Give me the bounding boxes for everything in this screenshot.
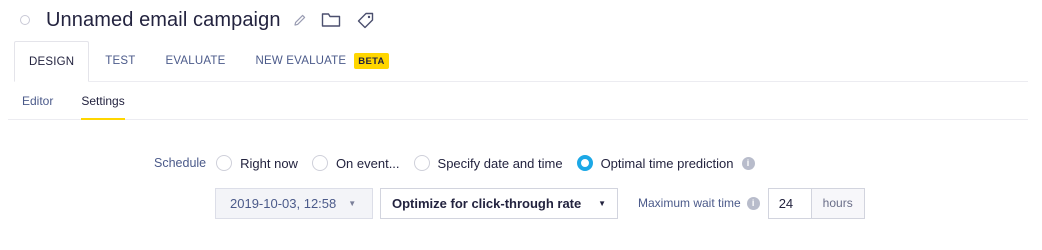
info-icon[interactable]: i xyxy=(746,196,760,210)
max-wait-unit: hours xyxy=(811,187,865,219)
campaign-header: Unnamed email campaign xyxy=(20,6,374,34)
subtab-label: Editor xyxy=(22,93,54,108)
radio-button[interactable] xyxy=(413,155,430,171)
optimization-value: Optimize for click-through rate xyxy=(392,195,582,211)
radio-label: Right now xyxy=(240,155,298,171)
radio-button[interactable] xyxy=(311,155,328,171)
tab-new-evaluate[interactable]: NEW EVALUATE BETA xyxy=(241,41,402,81)
radio-label: On event... xyxy=(335,155,400,171)
schedule-option-optimal-time[interactable]: Optimal time prediction xyxy=(576,155,734,171)
max-wait-label: Maximum wait time xyxy=(638,196,741,210)
tab-design[interactable]: DESIGN xyxy=(14,41,90,82)
caret-down-icon: ▼ xyxy=(348,198,357,208)
schedule-row: Schedule Right now On event... Specify d… xyxy=(154,153,755,173)
sub-tabs: Editor Settings xyxy=(8,82,1028,120)
radio-label: Optimal time prediction xyxy=(600,155,734,171)
tag-icon[interactable] xyxy=(357,12,374,29)
schedule-option-specify-date[interactable]: Specify date and time xyxy=(413,155,563,171)
folder-icon[interactable] xyxy=(321,12,341,28)
prediction-options: 2019-10-03, 12:58 ▼ Optimize for click-t… xyxy=(215,187,865,219)
date-time-value: 2019-10-03, 12:58 xyxy=(230,195,337,211)
info-icon[interactable]: i xyxy=(741,156,755,170)
radio-button[interactable] xyxy=(216,155,233,171)
subtab-editor[interactable]: Editor xyxy=(8,82,67,119)
schedule-option-on-event[interactable]: On event... xyxy=(311,155,400,171)
schedule-option-right-now[interactable]: Right now xyxy=(216,155,298,171)
tab-label: EVALUATE xyxy=(165,55,226,67)
main-tabs: DESIGN TEST EVALUATE NEW EVALUATE BETA xyxy=(14,41,1028,82)
tab-test[interactable]: TEST xyxy=(91,41,149,81)
beta-badge: BETA xyxy=(354,53,389,69)
schedule-label: Schedule xyxy=(154,156,207,170)
status-dot-icon xyxy=(20,15,30,25)
date-time-dropdown[interactable]: 2019-10-03, 12:58 ▼ xyxy=(215,187,373,219)
pencil-icon[interactable] xyxy=(293,13,307,27)
tab-label: NEW EVALUATE xyxy=(255,55,347,67)
caret-down-icon: ▼ xyxy=(598,198,606,208)
campaign-title: Unnamed email campaign xyxy=(46,8,281,31)
subtab-label: Settings xyxy=(81,93,125,108)
tab-evaluate[interactable]: EVALUATE xyxy=(152,41,240,81)
subtab-settings[interactable]: Settings xyxy=(67,82,138,120)
radio-button-selected[interactable] xyxy=(576,155,593,171)
tab-label: TEST xyxy=(105,55,136,67)
radio-label: Specify date and time xyxy=(437,155,563,171)
tab-label: DESIGN xyxy=(29,55,75,68)
max-wait-input[interactable] xyxy=(767,187,812,219)
optimization-dropdown[interactable]: Optimize for click-through rate ▼ xyxy=(380,187,618,219)
